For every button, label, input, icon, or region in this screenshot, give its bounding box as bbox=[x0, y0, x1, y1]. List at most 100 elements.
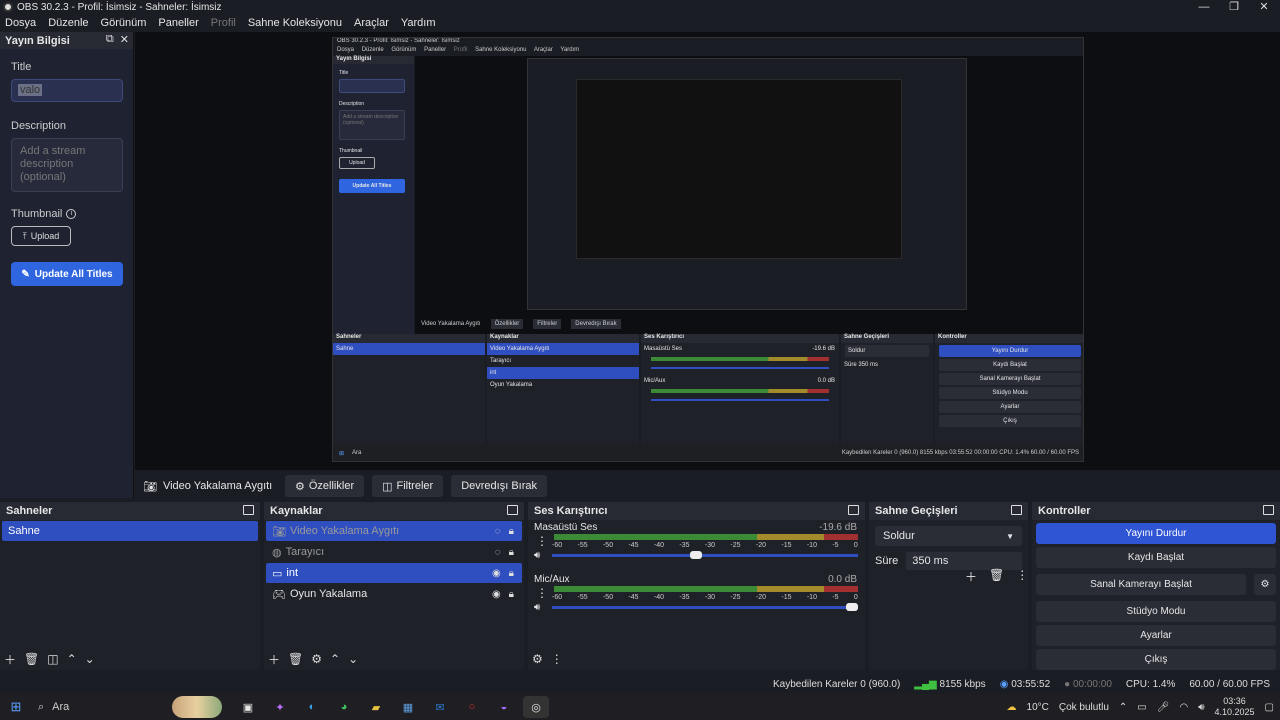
opera-icon[interactable]: ○ bbox=[459, 696, 485, 718]
copilot-icon[interactable]: ✦ bbox=[267, 696, 293, 718]
lock-icon[interactable]: 🔒︎ bbox=[509, 547, 514, 558]
close-dock-icon[interactable]: ✕ bbox=[120, 33, 129, 46]
search-icon: ⌕ bbox=[38, 700, 45, 713]
kebab-menu-icon[interactable]: ⋮ bbox=[536, 586, 548, 600]
windows-start-icon[interactable]: ⊞ bbox=[0, 694, 32, 720]
wifi-icon[interactable]: ◠ bbox=[1179, 702, 1188, 713]
microphone-icon[interactable]: 🎤︎ bbox=[1157, 702, 1170, 713]
gear-icon[interactable]: ⚙ bbox=[311, 652, 322, 666]
upload-button[interactable]: ⤒ Upload bbox=[11, 226, 71, 246]
nested-mixer-ch1-db: -19.6 dB bbox=[812, 346, 835, 352]
float-panel-icon[interactable] bbox=[243, 505, 254, 515]
eye-hidden-icon[interactable]: ◌ bbox=[495, 547, 501, 558]
transition-selected: Soldur bbox=[883, 530, 915, 542]
volume-icon[interactable]: 🔊︎ bbox=[1198, 702, 1204, 713]
title-input[interactable]: valo bbox=[11, 79, 123, 102]
float-panel-icon[interactable] bbox=[1263, 505, 1274, 515]
source-item[interactable]: 📷︎ Video Yakalama Aygıtı ◌ 🔒︎ bbox=[266, 521, 522, 541]
up-arrow-icon[interactable]: ⌃ bbox=[67, 652, 77, 666]
virtual-camera-settings-icon[interactable]: ⚙ bbox=[1254, 574, 1276, 595]
float-panel-icon[interactable] bbox=[1011, 505, 1022, 515]
nested-volume bbox=[651, 399, 829, 401]
nested-source-name: Video Yakalama Aygıtı bbox=[421, 321, 481, 327]
lock-icon[interactable]: 🔒︎ bbox=[509, 589, 514, 600]
transition-select[interactable]: Soldur ▼ bbox=[875, 526, 1022, 546]
obs-taskbar-icon[interactable]: ◎ bbox=[523, 696, 549, 718]
info-icon[interactable]: i bbox=[66, 209, 77, 219]
scene-item[interactable]: Sahne bbox=[2, 521, 258, 541]
menu-dosya[interactable]: Dosya bbox=[5, 17, 36, 29]
properties-button[interactable]: ⚙ Özellikler bbox=[285, 475, 365, 497]
menu-sahne-koleksiyonu[interactable]: Sahne Koleksiyonu bbox=[248, 17, 342, 29]
float-dock-icon[interactable]: ⧉ bbox=[106, 33, 114, 46]
down-arrow-icon[interactable]: ⌄ bbox=[348, 652, 358, 666]
start-virtual-camera-button[interactable]: Sanal Kamerayı Başlat bbox=[1036, 574, 1246, 595]
eye-hidden-icon[interactable]: ◌ bbox=[495, 526, 501, 537]
menu-duzenle[interactable]: Düzenle bbox=[48, 17, 88, 29]
settings-icon[interactable]: ⚙ bbox=[532, 652, 543, 666]
file-explorer-icon[interactable]: ▰ bbox=[363, 696, 389, 718]
add-icon[interactable]: ＋ bbox=[4, 651, 16, 668]
menu-paneller[interactable]: Paneller bbox=[158, 17, 198, 29]
volume-knob[interactable] bbox=[846, 603, 858, 611]
controls-header: Kontroller bbox=[1032, 502, 1280, 520]
source-item[interactable]: ◍ Tarayıcı ◌ 🔒︎ bbox=[266, 542, 522, 562]
start-recording-button[interactable]: Kaydı Başlat bbox=[1036, 547, 1276, 568]
add-icon[interactable]: ＋ bbox=[965, 568, 977, 585]
task-view-icon[interactable]: ▣ bbox=[235, 696, 261, 718]
outlook-icon[interactable]: ✉ bbox=[427, 696, 453, 718]
store-icon[interactable]: ▦ bbox=[395, 696, 421, 718]
close-button[interactable]: ✕ bbox=[1244, 0, 1280, 14]
edge-icon[interactable]: ◐ bbox=[299, 696, 325, 718]
network-icon[interactable]: ▭ bbox=[1137, 702, 1146, 713]
volume-knob[interactable] bbox=[689, 551, 702, 559]
trash-icon[interactable]: 🗑︎ bbox=[24, 652, 39, 666]
update-all-titles-button[interactable]: ✎ Update All Titles bbox=[11, 262, 123, 286]
deactivate-button[interactable]: Devredışı Bırak bbox=[451, 475, 547, 497]
taskbar-search[interactable]: ⌕ Ara bbox=[32, 694, 172, 720]
globe-icon: ◍ bbox=[272, 546, 282, 559]
discord-icon[interactable]: ◒ bbox=[491, 696, 517, 718]
menu-gorunum[interactable]: Görünüm bbox=[101, 17, 147, 29]
speaker-icon[interactable]: 🔊︎ bbox=[534, 550, 540, 561]
exit-button[interactable]: Çıkış bbox=[1036, 649, 1276, 670]
stream-time: 03:55:52 bbox=[1011, 678, 1051, 690]
source-item[interactable]: 🎮︎ Oyun Yakalama ◉ 🔒︎ bbox=[266, 584, 522, 604]
kebab-menu-icon[interactable]: ⋮ bbox=[1016, 568, 1028, 585]
chrome-icon[interactable]: ◕ bbox=[331, 696, 357, 718]
menu-yardim[interactable]: Yardım bbox=[401, 17, 436, 29]
volume-slider[interactable] bbox=[552, 551, 858, 559]
clock[interactable]: 03:36 4.10.2025 bbox=[1215, 696, 1255, 718]
notification-icon[interactable]: ▢ bbox=[1265, 702, 1274, 713]
trash-icon[interactable]: 🗑︎ bbox=[288, 652, 303, 666]
nested-description-label: Description bbox=[339, 101, 365, 107]
up-arrow-icon[interactable]: ⌃ bbox=[330, 652, 340, 666]
studio-mode-button[interactable]: Stüdyo Modu bbox=[1036, 601, 1276, 622]
speaker-icon[interactable]: 🔊︎ bbox=[534, 602, 540, 613]
menu-araclar[interactable]: Araçlar bbox=[354, 17, 389, 29]
eye-icon[interactable]: ◉ bbox=[492, 589, 501, 600]
lock-icon[interactable]: 🔒︎ bbox=[509, 568, 514, 579]
volume-slider[interactable] bbox=[552, 603, 858, 611]
down-arrow-icon[interactable]: ⌄ bbox=[85, 652, 95, 666]
add-icon[interactable]: ＋ bbox=[268, 651, 280, 668]
scene-label: Sahne bbox=[8, 525, 40, 537]
weather-icon[interactable]: ☁ bbox=[1007, 702, 1017, 713]
stop-streaming-button[interactable]: Yayını Durdur bbox=[1036, 523, 1276, 544]
trash-icon[interactable]: 🗑︎ bbox=[989, 568, 1004, 585]
settings-button[interactable]: Ayarlar bbox=[1036, 625, 1276, 646]
search-highlight-image[interactable] bbox=[172, 696, 222, 718]
chevron-up-icon[interactable]: ⌃ bbox=[1119, 702, 1127, 713]
source-item[interactable]: ▭ int ◉ 🔒︎ bbox=[266, 563, 522, 583]
float-panel-icon[interactable] bbox=[848, 505, 859, 515]
filter-icon[interactable]: ◫ bbox=[47, 652, 58, 666]
eye-icon[interactable]: ◉ bbox=[492, 568, 501, 579]
description-input[interactable]: Add a stream description (optional) bbox=[11, 138, 123, 192]
kebab-menu-icon[interactable]: ⋮ bbox=[551, 652, 563, 666]
menu-profil[interactable]: Profil bbox=[211, 17, 236, 29]
title-label: Title bbox=[11, 61, 32, 73]
kebab-menu-icon[interactable]: ⋮ bbox=[536, 534, 548, 548]
lock-icon[interactable]: 🔒︎ bbox=[509, 526, 514, 537]
float-panel-icon[interactable] bbox=[507, 505, 518, 515]
filters-button[interactable]: ◫ Filtreler bbox=[372, 475, 444, 497]
